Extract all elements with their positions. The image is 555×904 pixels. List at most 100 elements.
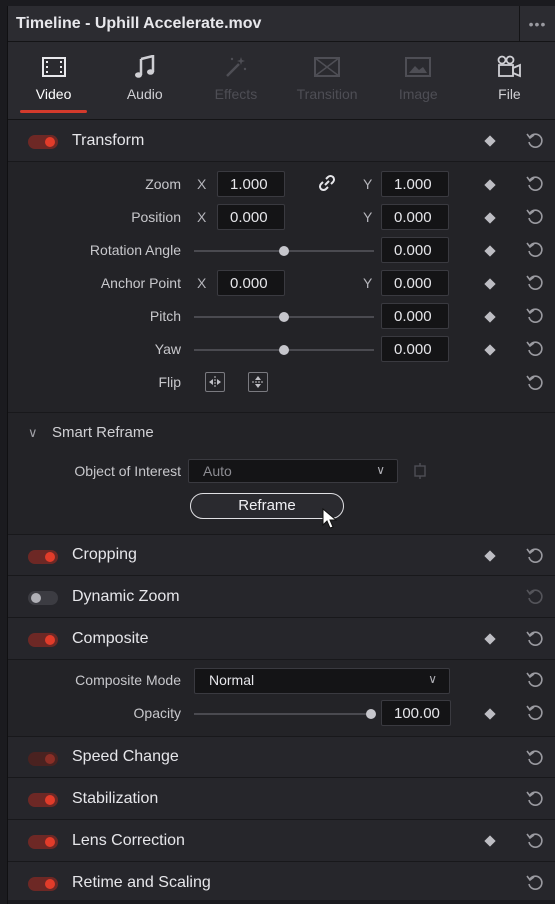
param-object-of-interest: Object of Interest Auto ∨ [8, 456, 555, 490]
pitch-slider[interactable] [194, 312, 374, 322]
chevron-down-icon: ∨ [428, 672, 437, 686]
object-of-interest-select[interactable]: Auto ∨ [188, 459, 398, 483]
reset-icon[interactable] [526, 671, 544, 689]
yaw-field[interactable]: 0.000 [381, 336, 449, 362]
keyframe-diamond-icon[interactable] [484, 278, 496, 290]
anchor-y-axis-label: Y [363, 275, 373, 291]
keyframe-diamond-icon[interactable] [484, 179, 496, 191]
anchor-x-field[interactable]: 0.000 [217, 270, 285, 296]
tracker-icon[interactable] [412, 463, 428, 482]
reframe-button[interactable]: Reframe [190, 493, 344, 519]
keyframe-diamond-icon[interactable] [484, 212, 496, 224]
rotation-angle-label: Rotation Angle [89, 242, 181, 258]
yaw-label: Yaw [154, 341, 181, 357]
reset-icon[interactable] [526, 704, 544, 722]
zoom-x-field[interactable]: 1.000 [217, 171, 285, 197]
reset-icon[interactable] [526, 832, 544, 850]
keyframe-diamond-icon[interactable] [484, 633, 496, 645]
pitch-field[interactable]: 0.000 [381, 303, 449, 329]
param-rotation-angle: Rotation Angle 0.000 [8, 234, 555, 267]
anchor-x-axis-label: X [197, 275, 207, 291]
param-zoom: Zoom X 1.000 Y 1.000 [8, 168, 555, 201]
flip-horizontal-icon[interactable] [205, 372, 225, 392]
inspector-title: Timeline - Uphill Accelerate.mov [16, 14, 262, 32]
flip-vertical-icon[interactable] [248, 372, 268, 392]
reset-icon[interactable] [526, 547, 544, 565]
section-cropping[interactable]: Cropping [8, 534, 555, 576]
section-retime-scaling[interactable]: Retime and Scaling [8, 862, 555, 904]
reset-icon[interactable] [526, 749, 544, 767]
reframe-row: Reframe [8, 490, 555, 534]
position-label: Position [131, 209, 181, 225]
tab-transition-label: Transition [296, 86, 358, 102]
smart-reframe-header[interactable]: ∨ Smart Reframe [8, 412, 555, 452]
link-icon[interactable] [318, 174, 336, 195]
stabilization-enable-toggle[interactable] [28, 793, 58, 807]
tab-video[interactable]: Video [8, 42, 99, 119]
opacity-field[interactable]: 100.00 [381, 700, 451, 726]
reset-icon[interactable] [526, 340, 544, 358]
object-of-interest-value: Auto [203, 463, 232, 479]
tab-file-label: File [498, 86, 521, 102]
reset-icon[interactable] [526, 274, 544, 292]
section-speed-change[interactable]: Speed Change [8, 736, 555, 778]
transform-enable-toggle[interactable] [28, 135, 58, 149]
speed-change-enable-toggle[interactable] [28, 752, 58, 766]
keyframe-diamond-icon[interactable] [484, 835, 496, 847]
reset-icon[interactable] [526, 307, 544, 325]
object-of-interest-label: Object of Interest [74, 463, 181, 479]
zoom-y-field[interactable]: 1.000 [381, 171, 449, 197]
opacity-slider[interactable] [194, 709, 376, 719]
keyframe-diamond-icon[interactable] [484, 550, 496, 562]
chevron-down-icon[interactable]: ∨ [28, 425, 38, 441]
section-dynamic-zoom[interactable]: Dynamic Zoom [8, 576, 555, 618]
tab-effects[interactable]: Effects [190, 42, 281, 119]
keyframe-diamond-icon[interactable] [484, 311, 496, 323]
section-stabilization[interactable]: Stabilization [8, 778, 555, 820]
slider-knob[interactable] [279, 246, 289, 256]
anchor-point-label: Anchor Point [100, 275, 181, 291]
slider-knob[interactable] [279, 312, 289, 322]
ellipsis-icon[interactable]: ••• [519, 6, 555, 42]
rotation-angle-field[interactable]: 0.000 [381, 237, 449, 263]
tab-image[interactable]: Image [373, 42, 464, 119]
anchor-y-field[interactable]: 0.000 [381, 270, 449, 296]
keyframe-diamond-icon[interactable] [484, 344, 496, 356]
film-reel-icon [496, 52, 522, 82]
film-icon [41, 52, 66, 82]
reset-icon[interactable] [526, 630, 544, 648]
cropping-enable-toggle[interactable] [28, 550, 58, 564]
reset-icon[interactable] [526, 374, 544, 392]
tab-transition[interactable]: Transition [282, 42, 373, 119]
zoom-y-axis-label: Y [363, 176, 373, 192]
reset-icon[interactable] [526, 588, 544, 606]
slider-knob[interactable] [366, 709, 376, 719]
keyframe-diamond-icon[interactable] [484, 708, 496, 720]
position-y-field[interactable]: 0.000 [381, 204, 449, 230]
position-x-axis-label: X [197, 209, 207, 225]
section-lens-correction[interactable]: Lens Correction [8, 820, 555, 862]
rotation-angle-slider[interactable] [194, 246, 374, 256]
position-x-field[interactable]: 0.000 [217, 204, 285, 230]
composite-mode-select[interactable]: Normal ∨ [194, 668, 450, 694]
tab-file[interactable]: File [464, 42, 555, 119]
reset-icon[interactable] [526, 175, 544, 193]
section-transform[interactable]: Transform [8, 120, 555, 162]
keyframe-diamond-icon[interactable] [484, 135, 496, 147]
yaw-slider[interactable] [194, 345, 374, 355]
reset-icon[interactable] [526, 241, 544, 259]
reset-icon[interactable] [526, 208, 544, 226]
keyframe-diamond-icon[interactable] [484, 245, 496, 257]
reset-icon[interactable] [526, 790, 544, 808]
section-composite[interactable]: Composite [8, 618, 555, 660]
param-anchor-point: Anchor Point X 0.000 Y 0.000 [8, 267, 555, 300]
lens-correction-enable-toggle[interactable] [28, 835, 58, 849]
smart-reframe-title: Smart Reframe [52, 424, 154, 441]
reset-icon[interactable] [526, 132, 544, 150]
dynamic-zoom-enable-toggle[interactable] [28, 591, 58, 605]
composite-enable-toggle[interactable] [28, 633, 58, 647]
slider-knob[interactable] [279, 345, 289, 355]
retime-scaling-enable-toggle[interactable] [28, 877, 58, 891]
tab-audio[interactable]: Audio [99, 42, 190, 119]
reset-icon[interactable] [526, 874, 544, 892]
